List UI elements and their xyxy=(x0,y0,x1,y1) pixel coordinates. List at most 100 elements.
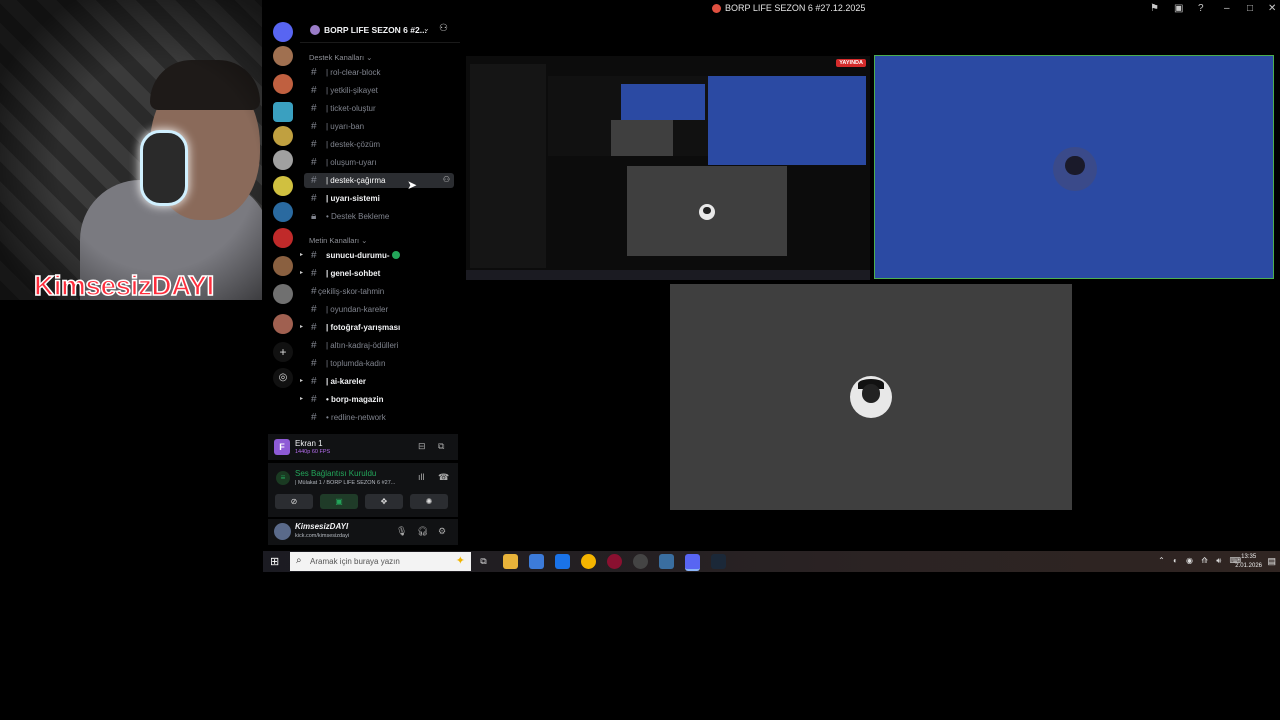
server-logo-icon xyxy=(712,4,721,14)
voice-channel-name[interactable]: | Mülakat 1 / BORP LIFE SEZON 6 #27... xyxy=(295,480,395,486)
channel-item[interactable]: # | destek-çözüm xyxy=(304,137,454,152)
server-icon[interactable] xyxy=(273,46,293,66)
disconnect-icon[interactable]: ☎ xyxy=(438,472,449,483)
hash-icon: # xyxy=(311,175,317,186)
gear-icon[interactable]: ⚙ xyxy=(438,526,446,537)
hash-icon: # xyxy=(311,268,317,279)
chevron-right-icon[interactable]: ▸ xyxy=(300,251,303,258)
taskbar-clock[interactable]: 13:35 2.01.2026 xyxy=(1235,553,1262,571)
add-server-icon[interactable]: + xyxy=(273,342,293,362)
help-icon[interactable]: ? xyxy=(1198,3,1204,14)
channel-item[interactable]: # çekiliş-skor-tahmin xyxy=(304,284,454,299)
screen-share-button[interactable]: ▣ xyxy=(320,494,358,509)
channel-item[interactable]: # | uyarı-sistemi xyxy=(304,191,454,206)
voice-channel-item[interactable]: 🔒︎ • Destek Bekleme xyxy=(304,209,454,224)
file-explorer-icon[interactable] xyxy=(503,554,518,569)
soundboard-button[interactable]: ✺ xyxy=(410,494,448,509)
channel-item[interactable]: # • redline-network xyxy=(304,410,454,425)
stream-tile-user[interactable] xyxy=(670,284,1072,510)
discord-icon[interactable] xyxy=(685,554,700,571)
windows-start-icon[interactable]: ⊞ xyxy=(270,555,279,568)
voice-connection-panel: ≡ Ses Bağlantısı Kuruldu | Mülakat 1 / B… xyxy=(268,463,458,517)
channel-item-selected[interactable]: # | destek-çağırma ⚇ xyxy=(304,173,454,188)
system-tray[interactable]: ⌃ ◐ ◉ ⟰ 🔊︎ ⌨ xyxy=(1158,556,1244,566)
server-icon[interactable] xyxy=(273,102,293,122)
steam-icon[interactable] xyxy=(711,554,726,569)
chevron-right-icon[interactable]: ▸ xyxy=(300,395,303,402)
chevron-right-icon[interactable]: ▸ xyxy=(300,377,303,384)
task-view-icon[interactable]: ⧉ xyxy=(476,554,491,569)
channel-item[interactable]: # | toplumda-kadın xyxy=(304,356,454,371)
headphones-icon[interactable]: 🎧︎ xyxy=(417,526,428,537)
voice-status[interactable]: Ses Bağlantısı Kuruldu xyxy=(295,469,376,478)
server-header[interactable]: BORP LIFE SEZON 6 #2... ⌄ ⚇ xyxy=(300,18,460,43)
mouse-cursor-icon: ➤ xyxy=(407,178,418,192)
screen-icon[interactable]: ▣ xyxy=(1174,3,1183,14)
channel-item[interactable]: ▸ # | ai-kareler xyxy=(300,374,454,389)
mail-icon[interactable] xyxy=(555,554,570,569)
flag-icon[interactable]: ⚑ xyxy=(1150,3,1159,14)
server-folder-icon[interactable] xyxy=(273,314,293,334)
discover-icon[interactable]: ◎ xyxy=(273,368,293,388)
maximize-button[interactable]: □ xyxy=(1247,3,1253,14)
minimize-button[interactable]: – xyxy=(1224,3,1230,14)
server-icon[interactable] xyxy=(273,74,293,94)
obs-icon[interactable] xyxy=(633,554,648,569)
chevron-right-icon[interactable]: ▸ xyxy=(300,269,303,276)
avatar[interactable] xyxy=(274,523,291,540)
app-icon[interactable] xyxy=(607,554,622,569)
invite-icon[interactable]: ⚇ xyxy=(443,175,450,184)
chevron-down-icon[interactable]: ⌄ xyxy=(423,24,430,33)
hash-icon: # xyxy=(311,139,317,150)
server-rail: + ◎ xyxy=(266,18,300,388)
chrome-icon[interactable] xyxy=(581,554,596,569)
server-folder-icon[interactable] xyxy=(273,256,293,276)
add-member-icon[interactable]: ⚇ xyxy=(439,23,448,34)
channel-item[interactable]: ▸ # sunucu-durumu- xyxy=(300,248,454,263)
microphone-icon[interactable]: 🎙︎ xyxy=(396,526,407,537)
server-icon[interactable] xyxy=(273,228,293,248)
live-badge: YAYINDA xyxy=(836,59,866,67)
server-icon[interactable] xyxy=(273,202,293,222)
stream-tile-user[interactable] xyxy=(874,55,1274,279)
hash-icon: # xyxy=(311,103,317,114)
category-metin[interactable]: Metin Kanalları ⌄ xyxy=(309,236,367,245)
signal-icon[interactable]: ≡ xyxy=(276,471,290,485)
category-destek[interactable]: Destek Kanalları ⌄ xyxy=(309,53,372,62)
channel-item[interactable]: # | oyundan-kareler xyxy=(304,302,454,317)
noise-suppression-icon[interactable]: ıll xyxy=(418,472,425,482)
server-badge-icon xyxy=(310,25,320,35)
channel-item[interactable]: # | rol-clear-block xyxy=(304,65,454,80)
channel-item[interactable]: # | ticket-oluştur xyxy=(304,101,454,116)
stream-tile-screen[interactable]: YAYINDA xyxy=(466,56,870,280)
server-icon[interactable] xyxy=(273,126,293,146)
avatar xyxy=(699,204,715,220)
highlights-icon[interactable]: ✦ xyxy=(456,554,465,567)
taskbar-search[interactable]: ⌕ Aramak için buraya yazın ✦ xyxy=(290,552,471,571)
channel-item[interactable]: # | uyarı-ban xyxy=(304,119,454,134)
server-folder-icon[interactable] xyxy=(273,284,293,304)
user-panel: KimsesizDAYI kick.com/kimsesizdayi 🎙︎ 🎧︎… xyxy=(268,519,458,545)
hash-icon: # xyxy=(311,376,317,387)
screen-share-title: Ekran 1 xyxy=(295,439,323,448)
channel-item[interactable]: ▸ # | fotoğraf-yarışması xyxy=(300,320,454,335)
popout-icon[interactable]: ⧉ xyxy=(438,441,444,452)
stop-stream-icon[interactable]: ⊟ xyxy=(418,441,426,452)
username[interactable]: KimsesizDAYI xyxy=(295,522,348,531)
discord-home-icon[interactable] xyxy=(273,22,293,42)
close-button[interactable]: ✕ xyxy=(1268,3,1276,14)
channel-item[interactable]: # | yetkili-şikayet xyxy=(304,83,454,98)
app-icon[interactable] xyxy=(659,554,674,569)
activities-button[interactable]: ✥ xyxy=(365,494,403,509)
hash-icon: # xyxy=(311,304,317,315)
channel-item[interactable]: ▸ # • borp-magazin xyxy=(300,392,454,407)
server-icon[interactable] xyxy=(273,176,293,196)
store-icon[interactable] xyxy=(529,554,544,569)
channel-item[interactable]: # | altın-kadraj-ödülleri xyxy=(304,338,454,353)
camera-off-button[interactable]: ⊘ xyxy=(275,494,313,509)
channel-item[interactable]: # | oluşum-uyarı xyxy=(304,155,454,170)
chevron-right-icon[interactable]: ▸ xyxy=(300,323,303,330)
channel-item[interactable]: ▸ # | genel-sohbet xyxy=(300,266,454,281)
server-icon[interactable] xyxy=(273,150,293,170)
notification-icon[interactable]: ▤ xyxy=(1267,556,1276,567)
